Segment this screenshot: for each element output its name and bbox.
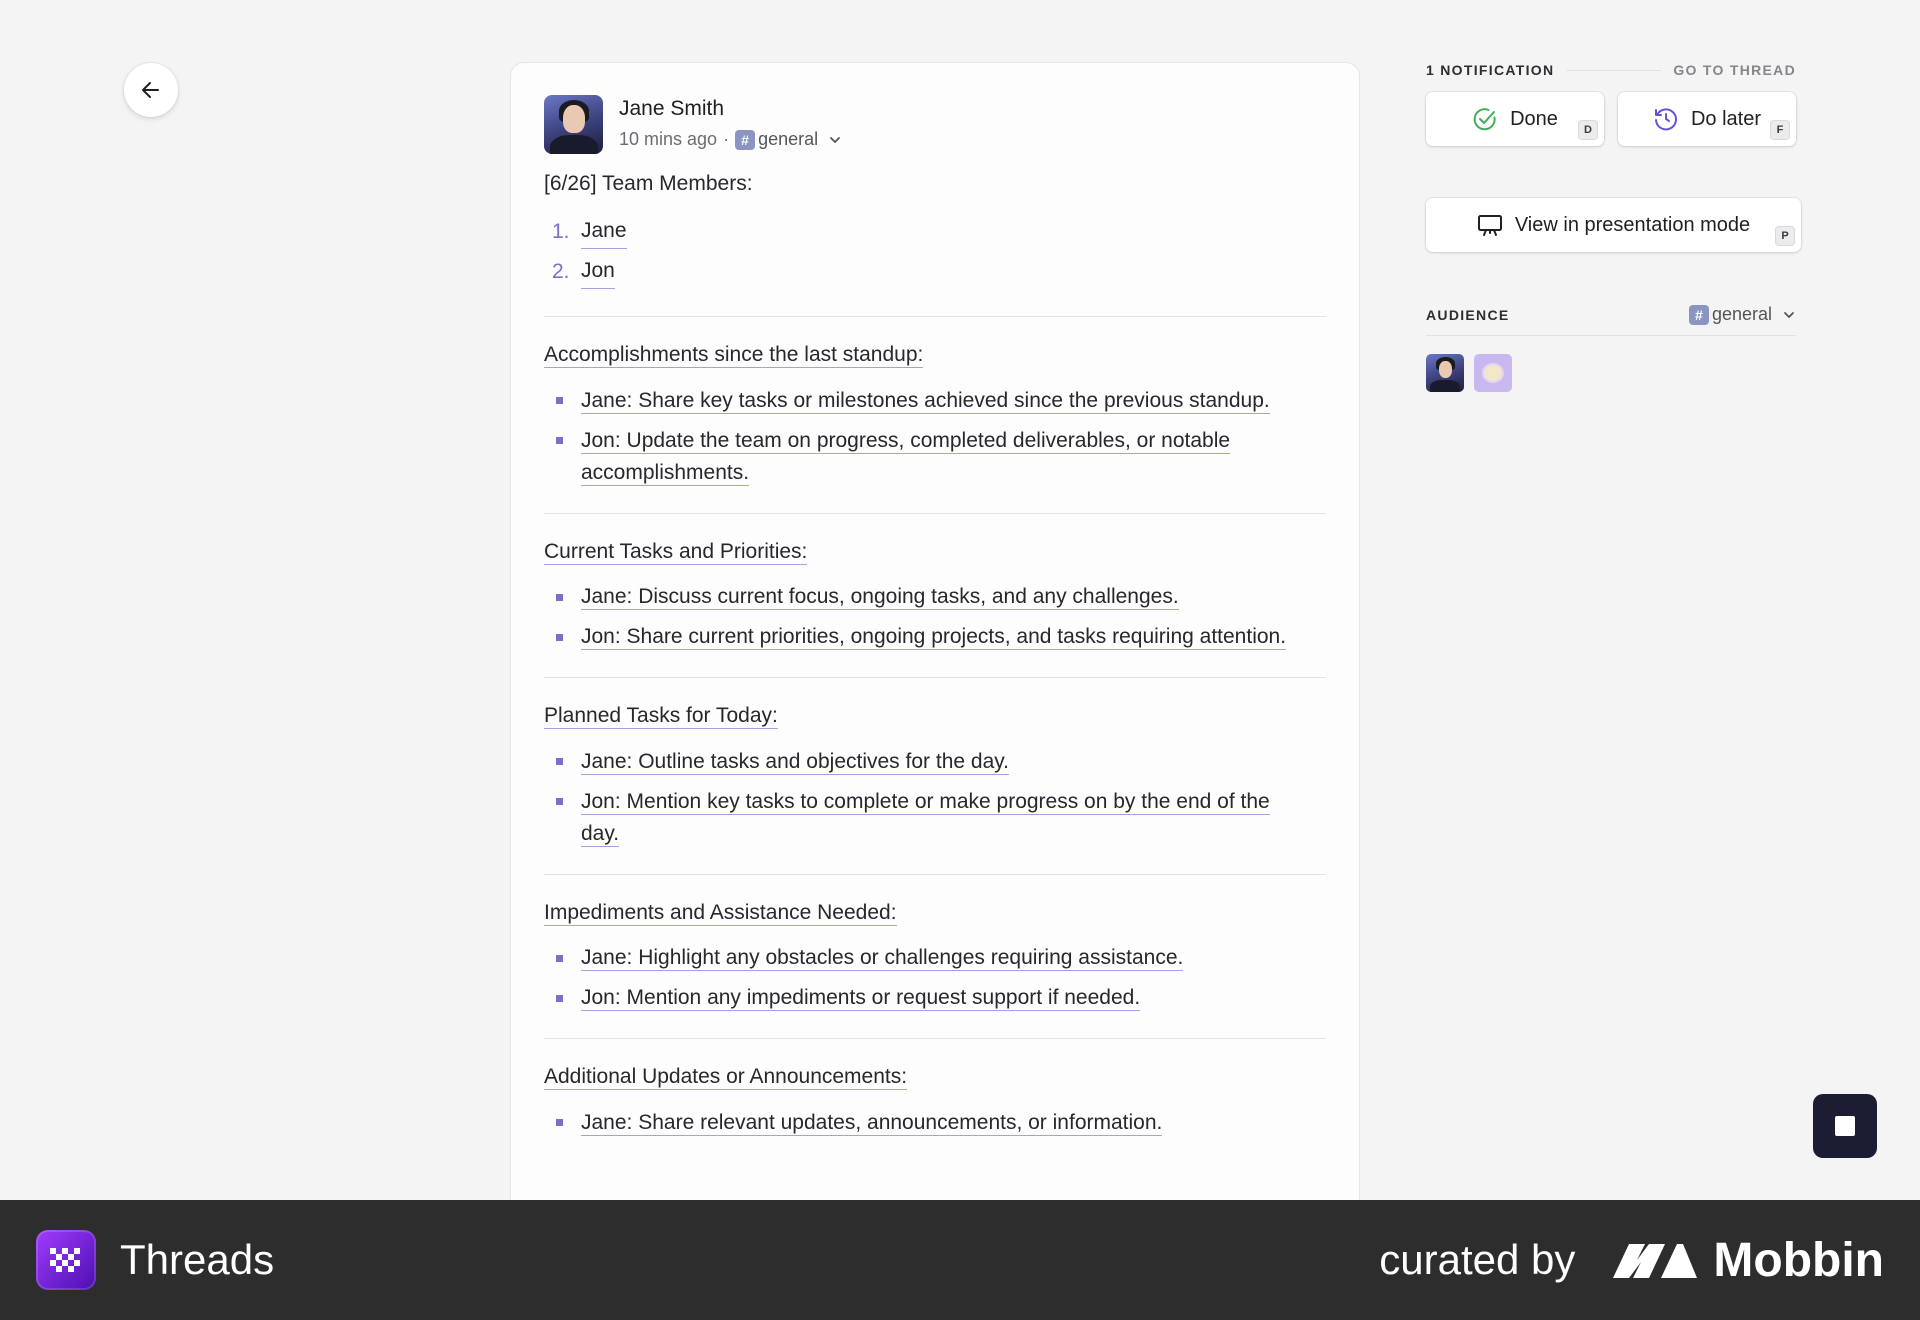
section-title[interactable]: Impediments and Assistance Needed: (544, 900, 897, 926)
shortcut-key: P (1775, 226, 1795, 246)
arrow-left-icon (142, 82, 159, 98)
hash-icon: # (735, 129, 756, 150)
channel-name: general (758, 129, 819, 149)
app-name: Threads (120, 1236, 275, 1283)
notification-panel: 1 NOTIFICATION GO TO THREAD Done D Do la… (1426, 62, 1801, 392)
divider (544, 677, 1326, 678)
chevron-down-icon (1782, 308, 1796, 322)
list-item: Jane: Discuss current focus, ongoing tas… (544, 581, 1326, 613)
audience-title: AUDIENCE (1426, 306, 1510, 323)
item-link[interactable]: Jon: Mention key tasks to complete or ma… (581, 789, 1270, 847)
list-item: Jane: Highlight any obstacles or challen… (544, 942, 1326, 974)
hash-icon: # (1688, 304, 1709, 325)
list-item: 2. Jon (544, 252, 1326, 292)
audience-channel-selector[interactable]: # general (1688, 304, 1796, 325)
stop-button[interactable] (1813, 1094, 1877, 1158)
shortcut-key: D (1578, 120, 1598, 140)
chevron-down-icon (828, 133, 842, 147)
app-logo-icon (36, 1230, 96, 1290)
member-link[interactable]: Jon (581, 255, 615, 289)
item-link[interactable]: Jon: Share current priorities, ongoing p… (581, 625, 1287, 650)
post-intro: [6/26] Team Members: (544, 172, 753, 195)
section-title[interactable]: Accomplishments since the last standup: (544, 343, 924, 368)
do-later-label: Do later (1690, 107, 1762, 130)
section-title[interactable]: Additional Updates or Announcements: (544, 1065, 908, 1090)
item-link[interactable]: Jane: Share relevant updates, announceme… (581, 1110, 1163, 1136)
stop-icon (1835, 1116, 1855, 1136)
section-title[interactable]: Planned Tasks for Today: (544, 704, 778, 729)
item-link[interactable]: Jon: Mention any impediments or request … (581, 986, 1141, 1011)
list-item: Jane: Share key tasks or milestones achi… (544, 385, 1326, 417)
audience-avatars (1426, 354, 1796, 392)
channel-selector[interactable]: # general (735, 129, 842, 150)
mobbin-logo: Mobbin (1611, 1233, 1884, 1288)
post-time: 10 mins ago (619, 129, 718, 149)
shortcut-key: F (1770, 120, 1790, 140)
section-title[interactable]: Current Tasks and Priorities: (544, 539, 808, 565)
do-later-button[interactable]: Do later F (1618, 92, 1796, 146)
avatar[interactable] (544, 95, 603, 154)
meta-separator: · (723, 129, 730, 149)
list-number: 2. (552, 260, 570, 283)
list-item: Jane: Outline tasks and objectives for t… (544, 746, 1326, 778)
clock-rewind-icon (1653, 106, 1679, 132)
item-link[interactable]: Jane: Discuss current focus, ongoing tas… (581, 585, 1179, 610)
item-link[interactable]: Jon: Update the team on progress, comple… (581, 428, 1231, 486)
list-item: Jane: Share relevant updates, announceme… (544, 1107, 1326, 1139)
item-link[interactable]: Jane: Outline tasks and objectives for t… (581, 749, 1010, 775)
done-label: Done (1510, 107, 1558, 130)
post-body: [6/26] Team Members: 1. Jane 2. Jon Acco… (544, 172, 1326, 1139)
list-item: Jon: Update the team on progress, comple… (544, 425, 1326, 489)
go-to-thread-link[interactable]: GO TO THREAD (1673, 62, 1796, 78)
list-item: Jon: Mention key tasks to complete or ma… (544, 786, 1326, 850)
curated-by-label: curated by (1379, 1236, 1576, 1283)
done-button[interactable]: Done D (1426, 92, 1604, 146)
item-link[interactable]: Jane: Share key tasks or milestones achi… (581, 388, 1270, 414)
presentation-mode-button[interactable]: View in presentation mode P (1426, 198, 1801, 252)
divider (544, 873, 1326, 875)
member-link[interactable]: Jane (581, 215, 627, 249)
avatar[interactable] (1426, 354, 1464, 392)
audience-channel: general (1711, 304, 1772, 324)
list-item: Jon: Share current priorities, ongoing p… (544, 621, 1326, 653)
post-header: Jane Smith 10 mins ago · # general (544, 95, 1326, 154)
author-name[interactable]: Jane Smith (619, 97, 842, 121)
mobbin-logo-icon (1613, 1244, 1698, 1278)
presentation-icon (1477, 212, 1503, 238)
presentation-label: View in presentation mode (1514, 213, 1751, 236)
list-item: 1. Jane (544, 212, 1326, 252)
post-card: Jane Smith 10 mins ago · # general [6/26… (510, 62, 1360, 1200)
notification-count: 1 NOTIFICATION (1426, 62, 1555, 78)
check-circle-icon (1472, 106, 1498, 132)
footer-bar: Threads curated by Mobbin (0, 1200, 1920, 1320)
mobbin-brand: Mobbin (1713, 1233, 1884, 1287)
divider (544, 316, 1326, 317)
list-number: 1. (552, 220, 570, 243)
divider (544, 1038, 1326, 1039)
item-link[interactable]: Jane: Highlight any obstacles or challen… (581, 946, 1184, 971)
avatar[interactable] (1474, 354, 1512, 392)
divider (544, 512, 1326, 514)
back-button[interactable] (124, 63, 178, 117)
list-item: Jon: Mention any impediments or request … (544, 982, 1326, 1014)
